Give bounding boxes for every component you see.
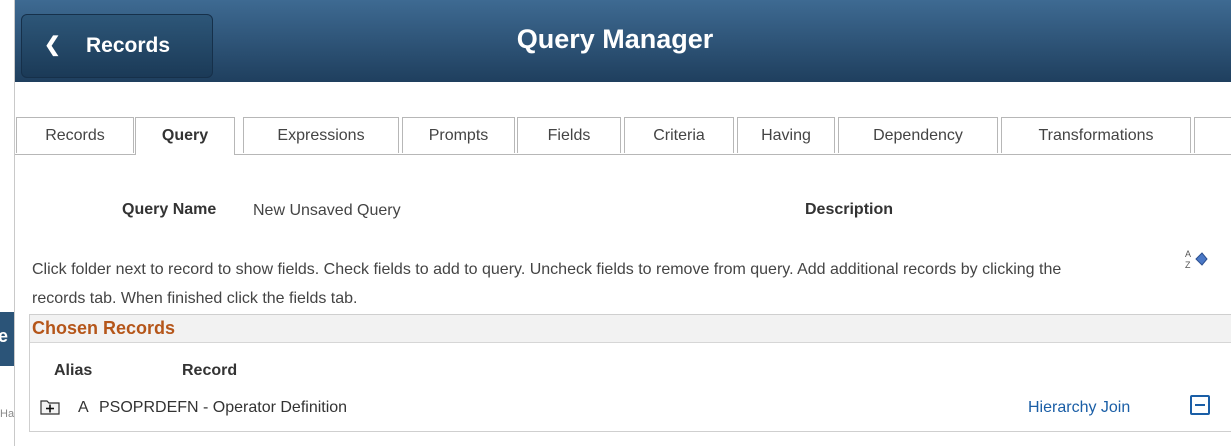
- instructions-text: Click folder next to record to show fiel…: [32, 261, 1062, 307]
- tab-query[interactable]: Query: [135, 117, 235, 155]
- column-header-record: Record: [182, 362, 238, 379]
- chosen-records-header: Chosen Records: [30, 315, 1231, 343]
- back-to-records-button[interactable]: ❮ Records: [21, 14, 213, 78]
- record-name: PSOPRDEFN - Operator Definition: [99, 399, 348, 416]
- tab-having[interactable]: Having: [737, 117, 835, 153]
- background-window-header: e: [0, 312, 14, 366]
- page-header: ❮ Records Query Manager: [15, 0, 1231, 82]
- query-manager-window: ❮ Records Query Manager Records Query Ex…: [14, 0, 1231, 446]
- column-header-alias: Alias: [54, 362, 93, 379]
- hierarchy-join-link[interactable]: Hierarchy Join: [1028, 399, 1130, 417]
- remove-record-button[interactable]: [1190, 395, 1210, 415]
- query-name-value: New Unsaved Query: [253, 202, 401, 219]
- record-row: A PSOPRDEFN - Operator Definition Hierar…: [40, 395, 1220, 421]
- record-alias: A: [78, 399, 89, 416]
- tab-fields[interactable]: Fields: [517, 117, 621, 153]
- background-window-header-text: e: [0, 326, 9, 346]
- tab-expressions[interactable]: Expressions: [243, 117, 399, 153]
- background-window: e Ha: [0, 0, 14, 446]
- back-button-label: Records: [86, 34, 171, 57]
- page-title: Query Manager: [516, 24, 714, 54]
- tab-dependency[interactable]: Dependency: [838, 117, 998, 153]
- folder-plus-icon[interactable]: [40, 397, 60, 415]
- tab-records[interactable]: Records: [16, 117, 134, 153]
- background-window-footer: Ha: [0, 408, 15, 420]
- chosen-records-title: Chosen Records: [32, 318, 176, 338]
- tab-overflow[interactable]: [1194, 117, 1231, 153]
- svg-text:A: A: [1185, 249, 1191, 259]
- query-name-label: Query Name: [122, 201, 217, 218]
- tab-bar: Records Query Expressions Prompts Fields…: [15, 117, 1231, 155]
- tab-prompts[interactable]: Prompts: [402, 117, 515, 153]
- tab-criteria[interactable]: Criteria: [624, 117, 734, 153]
- description-label: Description: [805, 201, 894, 218]
- svg-text:Z: Z: [1185, 260, 1191, 270]
- sort-icon[interactable]: A Z: [1185, 248, 1209, 270]
- chosen-records-section: Chosen Records Alias Record A PSOPRDEFN …: [29, 314, 1231, 432]
- chevron-left-icon: ❮: [44, 34, 61, 56]
- tab-transformations[interactable]: Transformations: [1001, 117, 1191, 153]
